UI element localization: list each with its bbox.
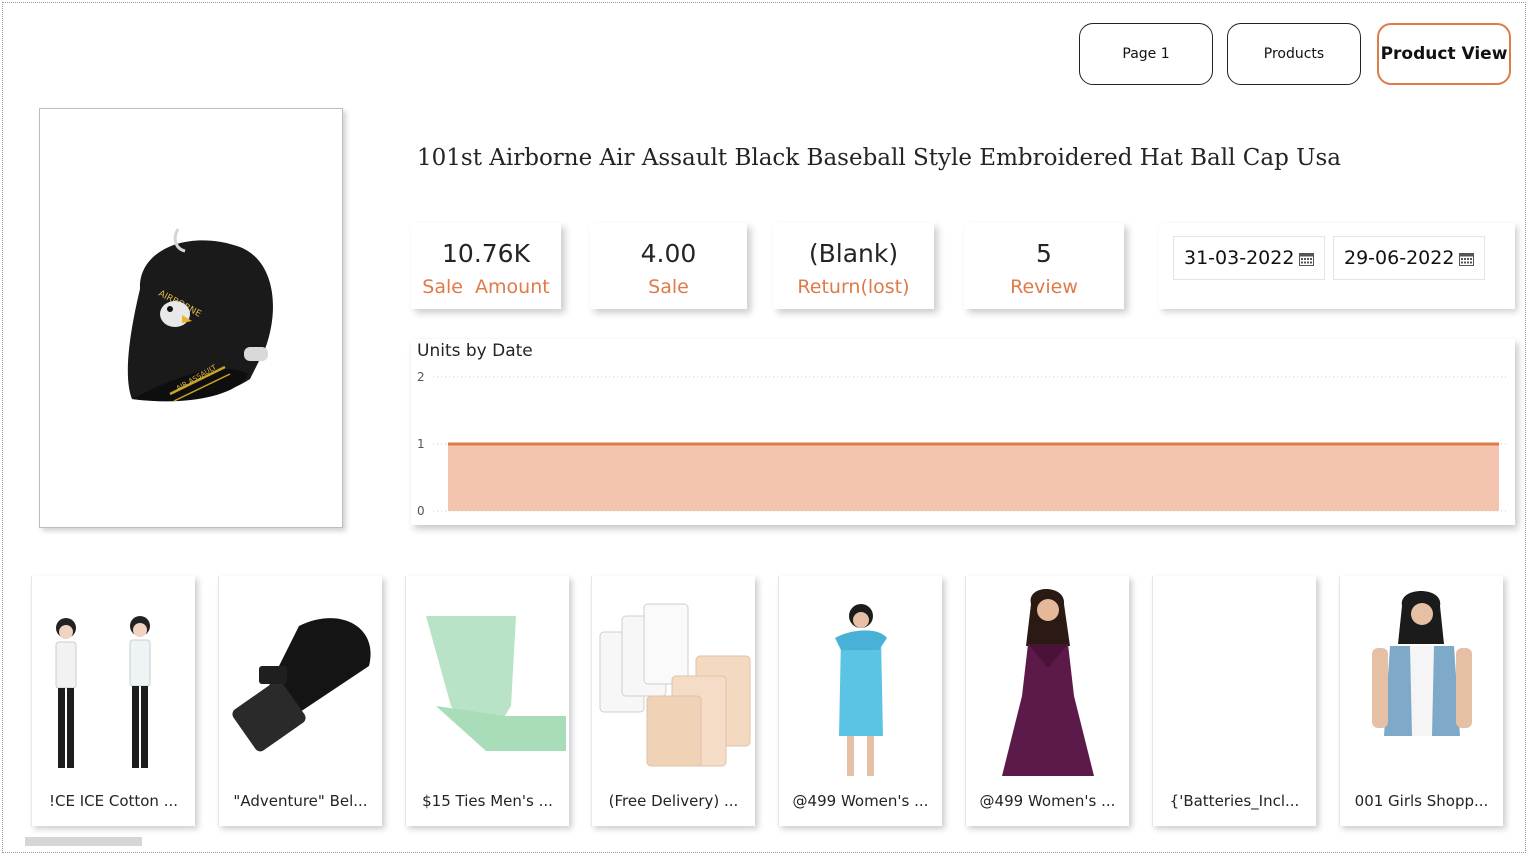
thumbnail-image	[55, 616, 151, 768]
thumbnail-card[interactable]: 001 Girls Shopp...	[1339, 576, 1503, 826]
kpi-label: Sale Amount	[422, 276, 550, 298]
report-canvas: Page 1 Products Product View AIRBORNE AI…	[2, 2, 1526, 853]
thumbnail-image	[426, 616, 566, 751]
y-tick-label: 0	[417, 504, 425, 518]
kpi-value: 10.76K	[442, 239, 530, 268]
thumbnail-image	[599, 603, 751, 767]
thumbnail-image	[232, 618, 371, 752]
kpi-value: 5	[1036, 239, 1052, 268]
nav-products-button[interactable]: Products	[1227, 23, 1361, 85]
start-date-value: 31-03-2022	[1184, 247, 1295, 269]
thumbnail-card[interactable]: "Adventure" Bel...	[218, 576, 382, 826]
thumbnail-caption: "Adventure" Bel...	[233, 792, 368, 810]
units-by-date-chart: Units by Date 012	[411, 339, 1515, 525]
kpi-label: Sale	[648, 276, 689, 298]
thumbnail-card[interactable]: {'Batteries_Incl...	[1152, 576, 1316, 826]
thumbnail-card[interactable]: $15 Ties Men's ...	[405, 576, 569, 826]
thumbnail-card[interactable]: @499 Women's ...	[778, 576, 942, 826]
kpi-review: 5 Review	[964, 223, 1124, 309]
thumbnail-caption: @499 Women's ...	[979, 792, 1116, 810]
thumbnail-caption: 001 Girls Shopp...	[1354, 792, 1489, 810]
kpi-value: 4.00	[640, 239, 697, 268]
kpi-value: (Blank)	[808, 239, 899, 268]
kpi-sale: 4.00 Sale	[590, 223, 747, 309]
end-date-value: 29-06-2022	[1344, 247, 1455, 269]
end-date-input[interactable]: 29-06-2022	[1333, 236, 1485, 280]
kpi-label: Review	[1010, 276, 1078, 298]
kpi-return-lost: (Blank) Return(lost)	[773, 223, 934, 309]
thumbnail-image	[1372, 591, 1472, 736]
area-series[interactable]	[448, 444, 1499, 511]
y-tick-label: 2	[417, 370, 425, 384]
thumbnail-caption: (Free Delivery) ...	[608, 792, 739, 810]
thumbnail-image	[1002, 589, 1094, 776]
nav-page1-button[interactable]: Page 1	[1079, 23, 1213, 85]
kpi-sale-amount: 10.76K Sale Amount	[411, 223, 561, 309]
thumbnail-caption: !CE ICE Cotton ...	[48, 792, 179, 810]
start-date-input[interactable]: 31-03-2022	[1173, 236, 1325, 280]
thumbnail-caption: @499 Women's ...	[792, 792, 929, 810]
thumbnail-caption: {'Batteries_Incl...	[1169, 792, 1300, 810]
thumbnail-card[interactable]: (Free Delivery) ...	[591, 576, 755, 826]
thumbnail-caption: $15 Ties Men's ...	[422, 792, 553, 810]
calendar-icon[interactable]	[1459, 252, 1474, 266]
y-tick-label: 1	[417, 437, 425, 451]
date-range-slicer: 31-03-2022 29-06-2022	[1159, 223, 1515, 309]
thumbnail-card[interactable]: @499 Women's ...	[965, 576, 1129, 826]
kpi-label: Return(lost)	[797, 276, 910, 298]
chart-plot: 0 1 2	[417, 370, 1507, 518]
nav-product-view-button[interactable]: Product View	[1377, 23, 1511, 85]
thumbnail-image	[835, 604, 887, 776]
product-image-panel: AIRBORNE AIR ASSAULT	[39, 108, 343, 528]
thumbnail-card[interactable]: !CE ICE Cotton ...	[31, 576, 195, 826]
product-cap-image: AIRBORNE AIR ASSAULT	[127, 228, 273, 402]
horizontal-scrollbar[interactable]	[25, 837, 142, 846]
product-title: 101st Airborne Air Assault Black Basebal…	[417, 145, 1341, 171]
calendar-icon[interactable]	[1299, 252, 1314, 266]
